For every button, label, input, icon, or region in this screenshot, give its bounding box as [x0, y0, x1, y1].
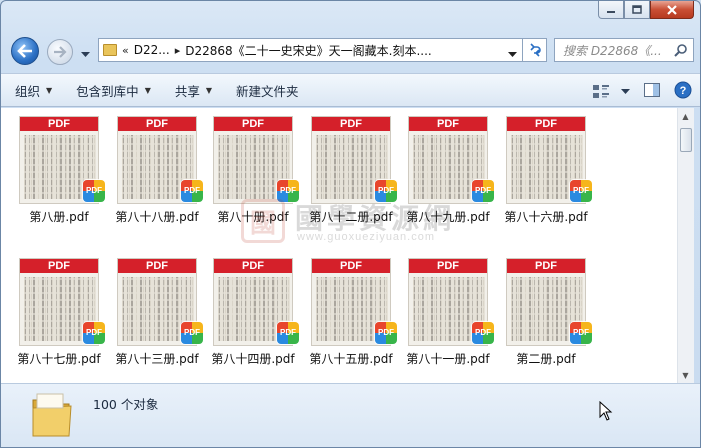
chevron-down-icon [81, 52, 90, 57]
explorer-window: « D22... ▸ D22868《二十一史宋史》天一阁藏本.刻本.... 搜索… [0, 0, 701, 448]
file-item[interactable]: PDF PDF 第八十三册.pdf [101, 258, 203, 388]
scroll-thumb[interactable] [680, 128, 692, 152]
pdf-banner: PDF [507, 259, 585, 273]
file-item[interactable]: PDF PDF 第八册.pdf [3, 116, 105, 246]
pdf-banner: PDF [409, 117, 487, 131]
file-item[interactable]: PDF PDF 第八十六册.pdf [490, 116, 592, 246]
scroll-up-button[interactable]: ▲ [678, 108, 693, 124]
search-box[interactable]: 搜索 D22868《... [554, 38, 694, 62]
file-item[interactable]: PDF PDF 第二册.pdf [490, 258, 592, 388]
pdf-app-icon: PDF [570, 322, 592, 344]
preview-pane-button[interactable] [644, 83, 660, 100]
view-icon [593, 84, 609, 98]
view-options-button[interactable] [593, 84, 630, 99]
watermark-url: www.guoxueziyuan.com [297, 231, 436, 243]
breadcrumb-overflow[interactable]: « [122, 44, 129, 57]
address-bar[interactable]: « D22... ▸ D22868《二十一史宋史》天一阁藏本.刻本.... [98, 38, 523, 62]
search-placeholder: 搜索 D22868《... [563, 43, 662, 58]
scroll-down-button[interactable]: ▼ [678, 367, 693, 383]
watermark: 國 國學資源網 www.guoxueziyuan.com [241, 197, 481, 247]
maximize-button[interactable] [624, 1, 650, 19]
caption-buttons [598, 1, 694, 19]
folder-icon [32, 393, 72, 437]
arrow-left-icon [17, 44, 32, 58]
recent-pages-dropdown[interactable] [81, 47, 90, 61]
share-label: 共享 [174, 83, 200, 99]
help-icon: ? [674, 81, 692, 99]
close-icon [667, 4, 677, 15]
pdf-banner: PDF [118, 117, 196, 131]
new-folder-button[interactable]: 新建文件夹 [236, 81, 299, 100]
watermark-seal: 國 [241, 199, 285, 243]
file-item[interactable]: PDF PDF 第八十四册.pdf [197, 258, 299, 388]
pdf-banner: PDF [214, 259, 292, 273]
breadcrumb-separator[interactable]: ▸ [175, 44, 181, 57]
new-folder-label: 新建文件夹 [236, 83, 299, 99]
preview-pane-icon [644, 83, 660, 97]
breadcrumb-item-parent[interactable]: D22... [134, 43, 170, 57]
pdf-banner: PDF [312, 117, 390, 131]
file-name: 第八册.pdf [29, 210, 89, 224]
file-name: 第八十七册.pdf [17, 352, 101, 366]
forward-button[interactable] [47, 39, 73, 65]
file-item[interactable]: PDF PDF 第八十七册.pdf [3, 258, 105, 388]
organize-label: 组织 [15, 83, 41, 99]
minimize-button[interactable] [598, 1, 624, 19]
maximize-icon [632, 5, 642, 14]
pdf-badge-label: PDF [573, 328, 589, 337]
arrow-right-icon [54, 46, 67, 58]
minimize-icon [607, 10, 615, 13]
chevron-down-icon: ▼ [46, 85, 53, 95]
pdf-banner: PDF [20, 117, 98, 131]
include-in-library-menu[interactable]: 包含到库中 ▼ [76, 81, 151, 100]
file-name: 第八十一册.pdf [406, 352, 490, 366]
pdf-banner: PDF [312, 259, 390, 273]
breadcrumb-item-current[interactable]: D22868《二十一史宋史》天一阁藏本.刻本.... [185, 42, 432, 59]
share-menu[interactable]: 共享 ▼ [175, 81, 212, 100]
pdf-banner: PDF [214, 117, 292, 131]
details-pane: 100 个对象 [1, 383, 700, 447]
pdf-banner: PDF [409, 259, 487, 273]
refresh-button[interactable] [523, 38, 547, 62]
help-button[interactable]: ? [674, 81, 692, 102]
file-name: 第八十六册.pdf [504, 210, 588, 224]
refresh-icon [529, 43, 541, 57]
file-name: 第八十四册.pdf [211, 352, 295, 366]
search-icon[interactable] [674, 43, 688, 60]
svg-text:?: ? [680, 85, 687, 97]
chevron-down-icon: ▼ [144, 85, 151, 95]
toolbar-right: ? [593, 81, 692, 102]
navigation-bar: « D22... ▸ D22868《二十一史宋史》天一阁藏本.刻本.... 搜索… [1, 35, 700, 67]
pdf-banner: PDF [118, 259, 196, 273]
pdf-badge-label: PDF [573, 186, 589, 195]
file-item[interactable]: PDF PDF 第八十一册.pdf [392, 258, 494, 388]
file-item[interactable]: PDF PDF 第八十五册.pdf [295, 258, 397, 388]
item-count: 100 个对象 [93, 397, 159, 412]
close-button[interactable] [650, 1, 694, 19]
pdf-banner: PDF [20, 259, 98, 273]
folder-icon [103, 44, 117, 56]
file-item[interactable]: PDF PDF 第八十八册.pdf [101, 116, 203, 246]
mouse-cursor-icon [599, 401, 613, 421]
address-dropdown[interactable] [508, 47, 517, 61]
vertical-scrollbar[interactable]: ▲ ▼ [677, 108, 694, 383]
include-in-library-label: 包含到库中 [76, 83, 139, 99]
file-name: 第八十五册.pdf [309, 352, 393, 366]
back-button[interactable] [11, 37, 39, 65]
organize-menu[interactable]: 组织 ▼ [15, 81, 52, 100]
file-name: 第二册.pdf [516, 352, 576, 366]
chevron-down-icon [621, 88, 630, 94]
chevron-down-icon [508, 52, 517, 57]
pdf-banner: PDF [507, 117, 585, 131]
chevron-down-icon: ▼ [205, 85, 213, 95]
command-toolbar: 组织 ▼ 包含到库中 ▼ 共享 ▼ 新建文件夹 ? [1, 73, 700, 107]
pdf-app-icon: PDF [570, 180, 592, 202]
